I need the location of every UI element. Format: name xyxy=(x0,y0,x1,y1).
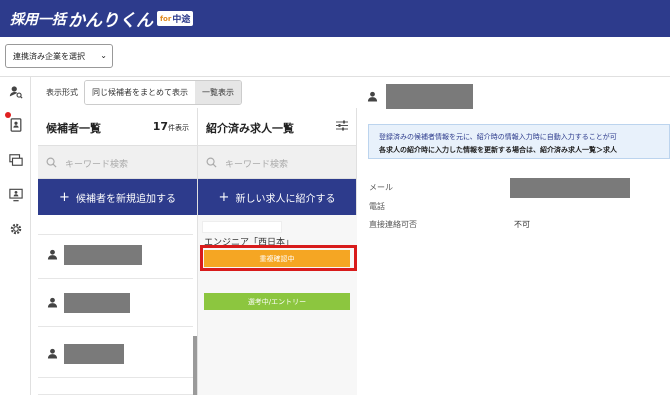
job-search-input[interactable]: キーワード検索 xyxy=(198,145,356,179)
job-list-title: 紹介済み求人一覧 xyxy=(206,122,294,135)
candidate-search-input[interactable]: キーワード検索 xyxy=(38,145,197,179)
person-icon xyxy=(47,249,58,260)
nav-candidate-list[interactable] xyxy=(0,110,31,140)
display-option-list[interactable]: 一覧表示 xyxy=(195,80,241,104)
candidate-list-panel: 候補者一覧 17件表示 キーワード検索 + 候補者を新規追加する xyxy=(38,108,198,395)
display-option-grouped[interactable]: 同じ候補者をまとめて表示 xyxy=(85,80,195,104)
person-search-icon xyxy=(9,86,23,99)
add-candidate-label: 候補者を新規追加する xyxy=(75,193,176,205)
list-item[interactable] xyxy=(38,215,193,235)
chevron-down-icon: ⌄ xyxy=(100,51,107,60)
candidate-search-placeholder: キーワード検索 xyxy=(65,160,129,170)
add-candidate-button[interactable]: + 候補者を新規追加する xyxy=(38,179,197,215)
logo-badge: for 中途 xyxy=(157,11,194,26)
candidate-detail-panel: 登録済みの候補者情報を元に、紹介時の情報入力時に自動入力することが可 各求人の紹… xyxy=(357,78,670,395)
job-search-placeholder: キーワード検索 xyxy=(225,160,289,170)
notice-line-2: 各求人の紹介時に入力した情報を更新する場合は、紹介済み求人一覧＞求人 xyxy=(379,146,617,154)
list-item[interactable] xyxy=(38,284,193,327)
top-toolbar: 連携済み企業を選択 ⌄ xyxy=(0,37,670,77)
plus-icon: + xyxy=(59,189,70,205)
app-header: 採用一括 かんりくん for 中途 xyxy=(0,0,670,37)
status-badge-selection[interactable]: 選考中/エントリー xyxy=(204,293,350,310)
person-icon xyxy=(47,297,58,308)
field-value-direct-contact: 不可 xyxy=(514,220,530,229)
display-format-toggle: 同じ候補者をまとめて表示 一覧表示 xyxy=(84,79,242,105)
person-icon xyxy=(47,348,58,359)
detail-header xyxy=(367,84,473,109)
redacted-email xyxy=(510,178,630,198)
search-icon xyxy=(46,157,57,168)
person-icon xyxy=(367,91,378,102)
monitor-person-icon xyxy=(8,188,23,202)
logo-brand-text: かんりくん xyxy=(68,11,153,31)
nav-screen[interactable] xyxy=(0,180,31,210)
side-navigation xyxy=(0,77,31,395)
company-select[interactable]: 連携済み企業を選択 ⌄ xyxy=(5,44,113,68)
logo-badge-for: for xyxy=(160,14,172,23)
list-item[interactable] xyxy=(38,335,193,378)
candidate-list-title: 候補者一覧 xyxy=(46,122,101,135)
gear-icon xyxy=(10,223,21,235)
plus-icon: + xyxy=(218,189,230,205)
job-list-panel: 紹介済み求人一覧 キーワード検索 + 新しい求人に紹介する エンジニア「西日本」… xyxy=(198,108,357,395)
notice-line-1: 登録済みの候補者情報を元に、紹介時の情報入力時に自動入力することが可 xyxy=(379,133,617,141)
introduce-new-job-button[interactable]: + 新しい求人に紹介する xyxy=(198,179,356,215)
redacted-name xyxy=(64,344,124,364)
candidate-count: 17件表示 xyxy=(153,120,189,133)
field-label-email: メール xyxy=(369,183,393,192)
introduce-new-job-label: 新しい求人に紹介する xyxy=(235,193,336,205)
info-notice: 登録済みの候補者情報を元に、紹介時の情報入力時に自動入力することが可 各求人の紹… xyxy=(368,124,670,159)
display-format-label: 表示形式 xyxy=(46,87,78,97)
field-label-phone: 電話 xyxy=(369,202,385,211)
scrollbar[interactable] xyxy=(193,336,197,395)
job-company-blank xyxy=(202,221,282,233)
filter-sliders-icon[interactable] xyxy=(336,120,348,131)
app-logo[interactable]: 採用一括 かんりくん for 中途 xyxy=(10,6,194,31)
field-label-direct-contact: 直接連絡可否 xyxy=(369,220,417,229)
list-item[interactable] xyxy=(38,380,193,395)
redacted-name xyxy=(64,293,130,313)
logo-badge-chu: 中途 xyxy=(172,15,191,25)
redacted-candidate-name xyxy=(386,84,473,109)
redacted-name xyxy=(64,245,142,265)
logo-main-text: 採用一括 xyxy=(10,11,66,28)
nav-messages[interactable] xyxy=(0,145,31,175)
candidate-count-value: 17 xyxy=(152,120,168,133)
display-format-bar: 表示形式 同じ候補者をまとめて表示 一覧表示 xyxy=(38,78,242,106)
chat-icon xyxy=(8,154,23,166)
highlight-box xyxy=(200,245,357,271)
list-item[interactable] xyxy=(38,236,193,279)
document-icon xyxy=(10,118,21,132)
candidate-count-unit: 件表示 xyxy=(168,124,189,132)
nav-settings[interactable] xyxy=(0,214,31,244)
search-icon xyxy=(206,157,217,168)
nav-candidate-search[interactable] xyxy=(0,77,31,107)
company-select-value: 連携済み企業を選択 xyxy=(13,52,85,61)
